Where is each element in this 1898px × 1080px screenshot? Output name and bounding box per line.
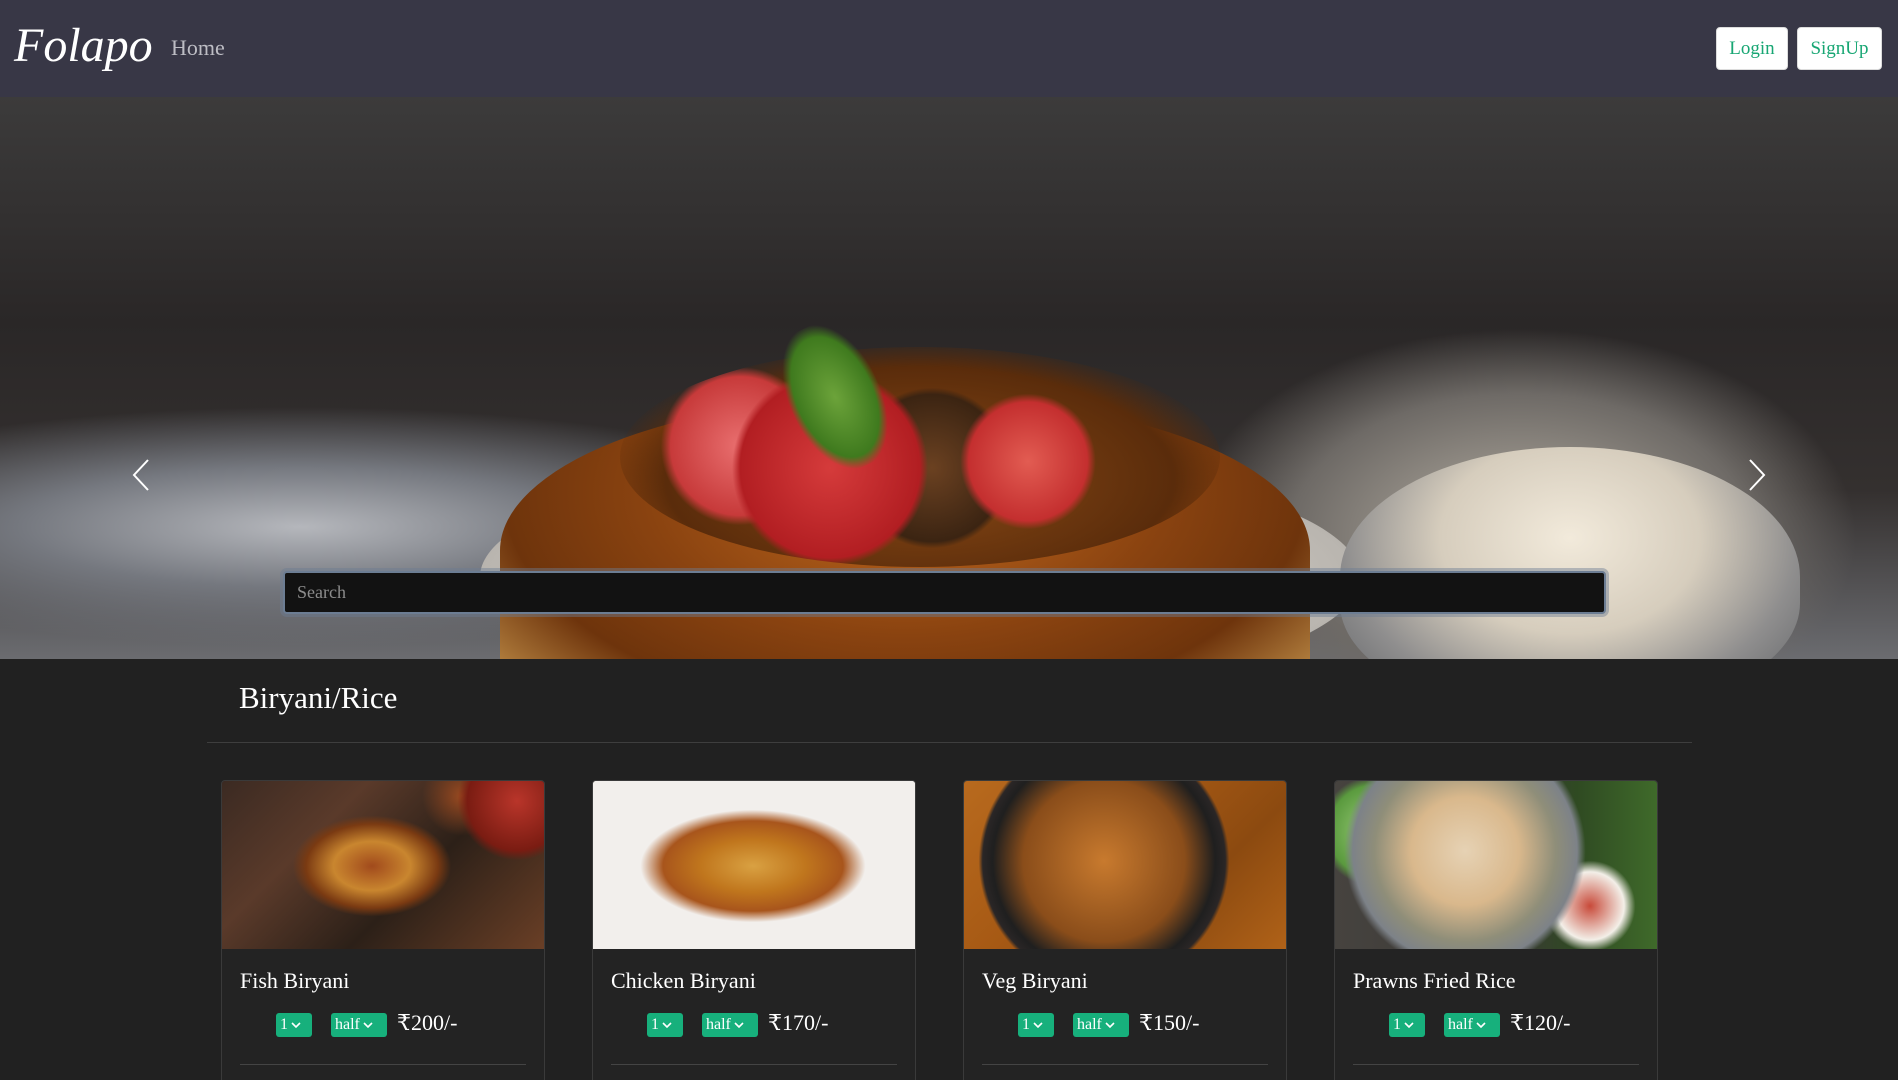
quantity-select[interactable]: 1	[276, 1013, 312, 1037]
chicken-biryani-image	[593, 781, 915, 949]
quantity-value: 1	[280, 1016, 288, 1033]
card-title: Fish Biryani	[240, 968, 350, 993]
chevron-down-icon	[1476, 1022, 1486, 1029]
card-price: ₹170/-	[768, 1010, 829, 1035]
size-value: half	[1077, 1016, 1102, 1033]
size-select[interactable]: half	[1073, 1013, 1129, 1037]
card-divider	[240, 1064, 526, 1065]
quantity-value: 1	[1022, 1016, 1030, 1033]
login-button[interactable]: Login	[1716, 27, 1788, 70]
chevron-down-icon	[1033, 1022, 1043, 1029]
food-card-prawns-fried-rice: Prawns Fried Rice 1 half ₹120/-	[1334, 780, 1658, 1080]
hero-toppings-image	[620, 347, 1220, 567]
quantity-value: 1	[1393, 1016, 1401, 1033]
chevron-left-icon[interactable]	[126, 453, 156, 497]
search-input[interactable]	[283, 571, 1606, 614]
fish-biryani-image	[222, 781, 544, 949]
card-title: Veg Biryani	[982, 968, 1088, 993]
chevron-down-icon	[291, 1022, 301, 1029]
chevron-down-icon	[363, 1022, 373, 1029]
prawns-fried-rice-image	[1335, 781, 1657, 949]
chevron-down-icon	[1404, 1022, 1414, 1029]
card-price: ₹200/-	[397, 1010, 458, 1035]
size-value: half	[335, 1016, 360, 1033]
chevron-right-icon[interactable]	[1742, 453, 1772, 497]
veg-biryani-image	[964, 781, 1286, 949]
card-divider	[611, 1064, 897, 1065]
section-title: Biryani/Rice	[239, 680, 398, 715]
quantity-select[interactable]: 1	[647, 1013, 683, 1037]
food-card-fish-biryani: Fish Biryani 1 half ₹200/-	[221, 780, 545, 1080]
card-price: ₹120/-	[1510, 1010, 1571, 1035]
quantity-value: 1	[651, 1016, 659, 1033]
brand-logo[interactable]: Folapo	[14, 18, 153, 73]
food-card-veg-biryani: Veg Biryani 1 half ₹150/-	[963, 780, 1287, 1080]
food-card-chicken-biryani: Chicken Biryani 1 half ₹170/-	[592, 780, 916, 1080]
size-value: half	[706, 1016, 731, 1033]
card-title: Chicken Biryani	[611, 968, 756, 993]
hero-cream-image	[1340, 447, 1800, 659]
signup-button[interactable]: SignUp	[1797, 27, 1882, 70]
card-title: Prawns Fried Rice	[1353, 968, 1516, 993]
quantity-select[interactable]: 1	[1018, 1013, 1054, 1037]
chevron-down-icon	[1105, 1022, 1115, 1029]
card-divider	[982, 1064, 1268, 1065]
quantity-select[interactable]: 1	[1389, 1013, 1425, 1037]
card-divider	[1353, 1064, 1639, 1065]
size-select[interactable]: half	[331, 1013, 387, 1037]
nav-link-home[interactable]: Home	[171, 35, 225, 61]
top-navbar: Folapo Home Login SignUp	[0, 0, 1898, 97]
chevron-down-icon	[734, 1022, 744, 1029]
size-select[interactable]: half	[702, 1013, 758, 1037]
size-value: half	[1448, 1016, 1473, 1033]
chevron-down-icon	[662, 1022, 672, 1029]
size-select[interactable]: half	[1444, 1013, 1500, 1037]
card-price: ₹150/-	[1139, 1010, 1200, 1035]
section-divider	[207, 742, 1692, 743]
